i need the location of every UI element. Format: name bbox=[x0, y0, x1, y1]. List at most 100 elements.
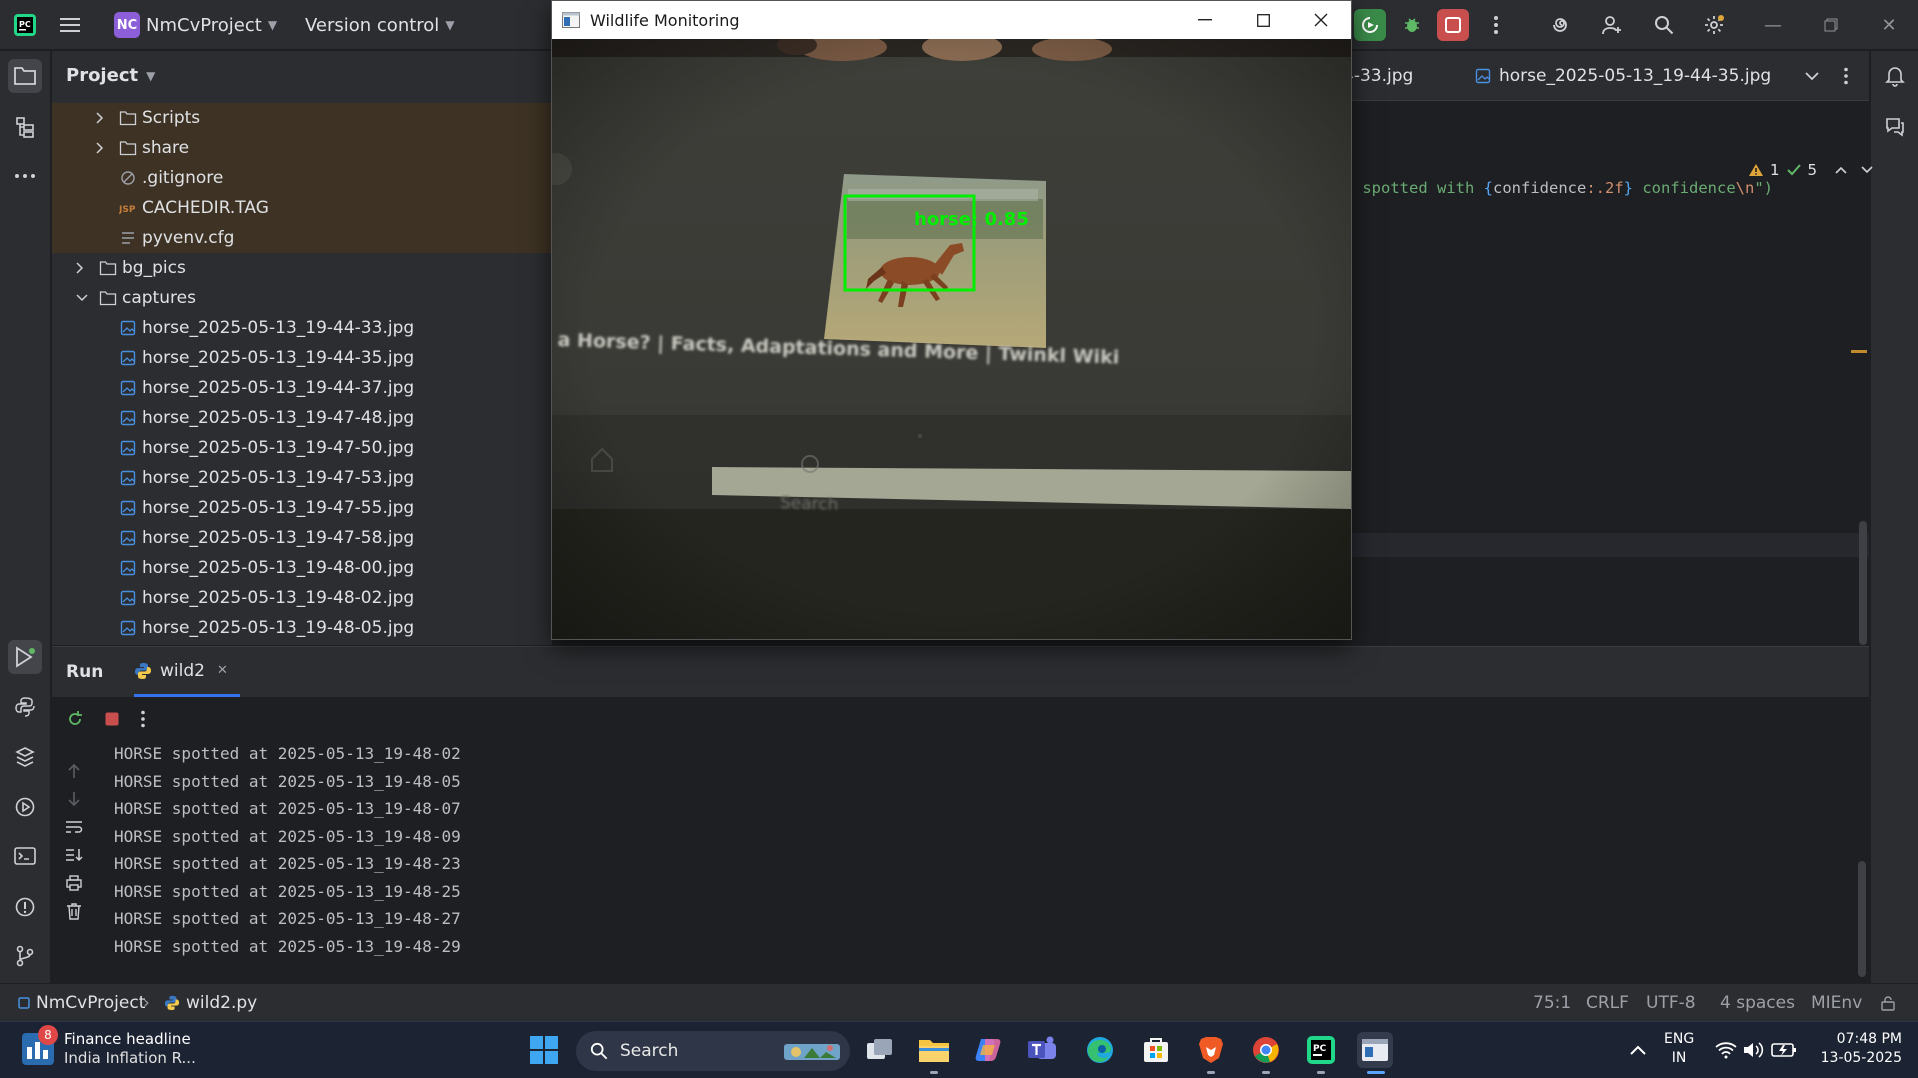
volume-icon[interactable] bbox=[1740, 1032, 1766, 1068]
indent-setting[interactable]: 4 spaces bbox=[1720, 984, 1795, 1022]
more-actions-button[interactable] bbox=[1480, 9, 1512, 41]
wildlife-maximize-button[interactable] bbox=[1234, 1, 1292, 39]
wildlife-monitor-app[interactable] bbox=[1357, 1032, 1393, 1074]
editor-tab[interactable]: 4-33.jpg bbox=[1343, 51, 1413, 101]
tree-file[interactable]: horse_2025-05-13_19-44-33.jpg bbox=[52, 313, 552, 343]
ai-chat-button[interactable] bbox=[1878, 109, 1912, 143]
more-tools-button[interactable] bbox=[8, 159, 42, 193]
inspection-widget[interactable]: 1 5 bbox=[1748, 161, 1873, 179]
ide-restore-button[interactable] bbox=[1802, 0, 1860, 50]
code-with-me-button[interactable] bbox=[1596, 9, 1628, 41]
terminal-tool-button[interactable] bbox=[8, 839, 42, 873]
breadcrumb-project[interactable]: NmCvProject bbox=[18, 984, 145, 1022]
ai-assistant-button[interactable] bbox=[1546, 9, 1578, 41]
news-widget[interactable]: 8 Finance headline India Inflation R... bbox=[22, 1025, 196, 1068]
file-explorer-app[interactable] bbox=[916, 1032, 952, 1074]
chevron-right-icon[interactable] bbox=[76, 262, 90, 274]
tree-file[interactable]: horse_2025-05-13_19-48-05.jpg bbox=[52, 613, 552, 643]
lock-icon[interactable] bbox=[1880, 984, 1896, 1022]
python-packages-button[interactable] bbox=[8, 690, 42, 724]
project-widget[interactable]: NC NmCvProject ▼ bbox=[114, 0, 277, 50]
editor-scrollbar[interactable] bbox=[1859, 521, 1867, 645]
search-everywhere-button[interactable] bbox=[1648, 9, 1680, 41]
console-scrollbar[interactable] bbox=[1858, 861, 1866, 977]
scroll-to-end-icon[interactable] bbox=[64, 845, 84, 865]
print-icon[interactable] bbox=[64, 873, 84, 893]
language-indicator[interactable]: ENG IN bbox=[1664, 1030, 1694, 1068]
tree-file[interactable]: horse_2025-05-13_19-48-02.jpg bbox=[52, 583, 552, 613]
structure-tool-button[interactable] bbox=[8, 110, 42, 144]
store-app[interactable] bbox=[1138, 1032, 1174, 1068]
trash-icon[interactable] bbox=[64, 901, 84, 921]
tabs-dropdown-button[interactable] bbox=[1805, 51, 1819, 101]
tree-file[interactable]: horse_2025-05-13_19-48-00.jpg bbox=[52, 553, 552, 583]
close-icon[interactable]: ✕ bbox=[217, 663, 228, 678]
pycharm-app[interactable]: PC bbox=[1303, 1032, 1339, 1074]
rerun-button[interactable] bbox=[1354, 9, 1386, 41]
tree-file[interactable]: horse_2025-05-13_19-44-35.jpg bbox=[52, 343, 552, 373]
tree-file[interactable]: horse_2025-05-13_19-47-58.jpg bbox=[52, 523, 552, 553]
file-encoding[interactable]: UTF-8 bbox=[1646, 984, 1696, 1022]
chevron-right-icon[interactable] bbox=[96, 142, 110, 154]
chevron-down-icon[interactable] bbox=[76, 294, 90, 302]
warning-scroll-marker[interactable] bbox=[1851, 350, 1867, 353]
tree-file[interactable]: horse_2025-05-13_19-47-48.jpg bbox=[52, 403, 552, 433]
caret-position[interactable]: 75:1 bbox=[1533, 984, 1571, 1022]
tree-file[interactable]: pyvenv.cfg bbox=[52, 223, 552, 253]
taskbar-search[interactable]: Search bbox=[576, 1031, 850, 1071]
code-line[interactable]: spotted with {confidence:.2f} confidence… bbox=[1353, 179, 1773, 197]
version-control-widget[interactable]: Version control ▼ bbox=[305, 0, 455, 50]
tree-file[interactable]: .gitignore bbox=[52, 163, 552, 193]
copilot-app[interactable] bbox=[970, 1032, 1006, 1068]
wildlife-minimize-button[interactable] bbox=[1176, 1, 1234, 39]
arrow-down-icon[interactable] bbox=[64, 789, 84, 809]
console-output[interactable]: HORSE spotted at 2025-05-13_19-48-02 HOR… bbox=[114, 740, 461, 960]
brave-app[interactable] bbox=[1193, 1032, 1229, 1074]
ide-minimize-button[interactable]: — bbox=[1744, 0, 1802, 50]
run-config-tab[interactable]: wild2 ✕ bbox=[134, 647, 240, 697]
line-separator[interactable]: CRLF bbox=[1586, 984, 1629, 1022]
teams-app[interactable] bbox=[1024, 1032, 1060, 1068]
settings-button[interactable] bbox=[1698, 9, 1730, 41]
tray-overflow-button[interactable] bbox=[1620, 1032, 1656, 1068]
start-button[interactable] bbox=[526, 1032, 562, 1068]
problems-tool-button[interactable] bbox=[8, 890, 42, 924]
services-tool-button[interactable] bbox=[8, 740, 42, 774]
tree-folder[interactable]: bg_pics bbox=[52, 253, 552, 283]
task-view-app[interactable] bbox=[862, 1032, 898, 1068]
chrome-app[interactable] bbox=[1248, 1032, 1284, 1074]
git-tool-button[interactable] bbox=[8, 939, 42, 973]
tabs-more-button[interactable] bbox=[1843, 51, 1849, 101]
breadcrumb-file[interactable]: wild2.py bbox=[164, 984, 257, 1022]
tree-file[interactable]: horse_2025-05-13_19-47-55.jpg bbox=[52, 493, 552, 523]
wildlife-window-titlebar[interactable]: Wildlife Monitoring bbox=[552, 1, 1351, 39]
tree-folder[interactable]: captures bbox=[52, 283, 552, 313]
edge-app[interactable] bbox=[1082, 1032, 1118, 1068]
tree-file[interactable]: JSP CACHEDIR.TAG bbox=[52, 193, 552, 223]
tree-folder[interactable]: Scripts bbox=[52, 103, 552, 133]
project-panel-header[interactable]: Project ▼ bbox=[66, 65, 155, 86]
project-tool-button[interactable] bbox=[8, 59, 42, 93]
run-tool-button[interactable] bbox=[8, 640, 42, 674]
wildlife-monitoring-window[interactable]: Wildlife Monitoring horse: 0.85 a Horse?… bbox=[551, 0, 1352, 640]
main-menu-button[interactable] bbox=[60, 0, 80, 50]
python-interpreter[interactable]: MIEnv bbox=[1811, 984, 1862, 1022]
notifications-button[interactable] bbox=[1878, 59, 1912, 93]
stop-icon[interactable] bbox=[104, 711, 120, 727]
chevron-right-icon[interactable] bbox=[96, 112, 110, 124]
wifi-icon[interactable] bbox=[1714, 1032, 1738, 1068]
battery-charging-icon[interactable] bbox=[1770, 1032, 1798, 1068]
tree-file[interactable]: horse_2025-05-13_19-47-50.jpg bbox=[52, 433, 552, 463]
stop-button[interactable] bbox=[1437, 9, 1469, 41]
ide-close-button[interactable]: ✕ bbox=[1860, 0, 1918, 50]
debug-button[interactable] bbox=[1396, 9, 1428, 41]
clock[interactable]: 07:48 PM 13-05-2025 bbox=[1812, 1030, 1902, 1068]
editor-tab[interactable]: horse_2025-05-13_19-44-35.jpg bbox=[1475, 51, 1771, 101]
soft-wrap-icon[interactable] bbox=[64, 817, 84, 837]
tree-file[interactable]: horse_2025-05-13_19-44-37.jpg bbox=[52, 373, 552, 403]
tree-file[interactable]: horse_2025-05-13_19-47-53.jpg bbox=[52, 463, 552, 493]
tree-folder[interactable]: share bbox=[52, 133, 552, 163]
arrow-up-icon[interactable] bbox=[64, 761, 84, 781]
rerun-icon[interactable] bbox=[66, 710, 84, 728]
pycharm-logo-icon[interactable]: PC bbox=[14, 0, 36, 50]
